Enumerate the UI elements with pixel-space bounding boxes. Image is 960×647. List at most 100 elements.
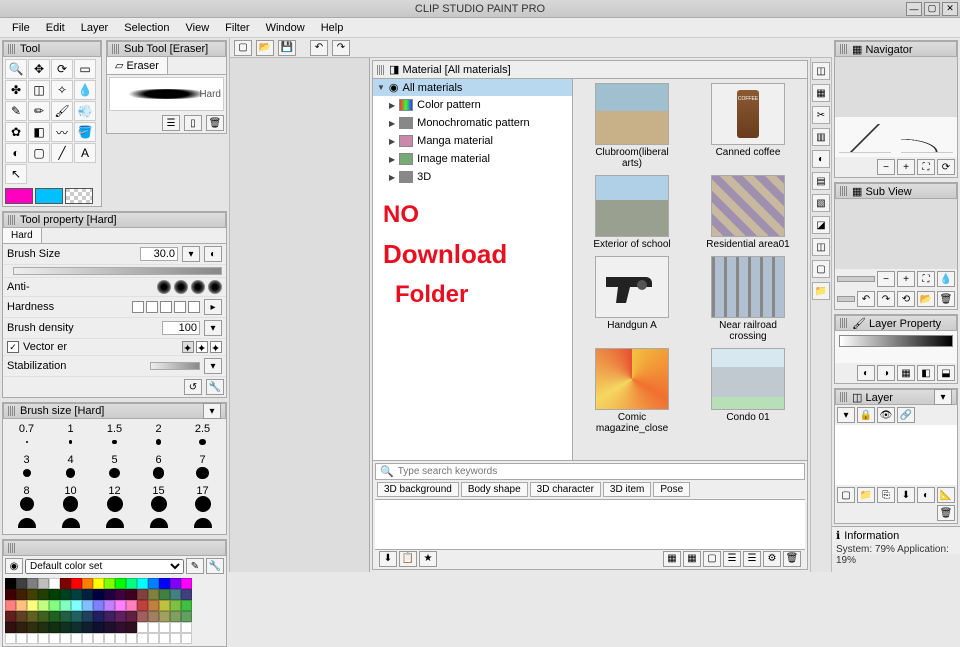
tree-all-materials[interactable]: ▼ ◉ All materials <box>373 79 572 96</box>
palette-color[interactable] <box>126 611 137 622</box>
palette-color[interactable] <box>5 622 16 633</box>
brush-size-preset[interactable]: 1.5 <box>93 421 136 451</box>
subview-zoom-out[interactable]: − <box>877 271 895 287</box>
menu-edit[interactable]: Edit <box>38 20 73 36</box>
palette-color[interactable] <box>49 578 60 589</box>
material-item[interactable]: Condo 01 <box>693 348 803 434</box>
brush-preview[interactable]: Hard <box>109 77 224 111</box>
palette-color[interactable] <box>159 611 170 622</box>
minimize-button[interactable]: — <box>906 2 922 16</box>
mat-paste[interactable]: 📋 <box>399 551 417 567</box>
tool-figure[interactable]: ▢ <box>28 143 50 163</box>
hardness-options[interactable] <box>132 301 200 313</box>
brush-size-dynamics[interactable]: ◐ <box>204 246 222 262</box>
palette-color[interactable] <box>27 611 38 622</box>
brush-size-preset[interactable]: 2 <box>137 421 180 451</box>
rib-3[interactable]: ✂ <box>812 106 830 124</box>
palette-color[interactable] <box>181 578 192 589</box>
palette-color[interactable] <box>170 589 181 600</box>
palette-color[interactable] <box>38 611 49 622</box>
brush-size-preset[interactable]: 1 <box>49 421 92 451</box>
subview-zoom-in[interactable]: + <box>897 271 915 287</box>
rib-10[interactable]: ▢ <box>812 260 830 278</box>
rib-4[interactable]: ▥ <box>812 128 830 146</box>
palette-color[interactable] <box>60 578 71 589</box>
doc-save[interactable]: 💾 <box>278 40 296 56</box>
palette-color[interactable] <box>60 589 71 600</box>
palette-color[interactable] <box>137 633 148 644</box>
material-tag[interactable]: 3D character <box>530 482 601 497</box>
palette-color[interactable] <box>115 589 126 600</box>
mat-view-detail[interactable]: ☰ <box>743 551 761 567</box>
tool-brush[interactable]: 🖌 <box>51 101 73 121</box>
palette-color[interactable] <box>93 578 104 589</box>
tool-blend[interactable]: 〰 <box>51 122 73 142</box>
subtool-tab-eraser[interactable]: ▱Eraser <box>107 57 168 74</box>
layer-blend[interactable]: ▾ <box>837 407 855 423</box>
palette-color[interactable] <box>104 622 115 633</box>
mat-favorite[interactable]: ★ <box>419 551 437 567</box>
palette-color[interactable] <box>49 622 60 633</box>
palette-color[interactable] <box>148 578 159 589</box>
palette-color[interactable] <box>148 589 159 600</box>
palette-color[interactable] <box>27 589 38 600</box>
palette-color[interactable] <box>137 611 148 622</box>
tool-move[interactable]: ✥ <box>28 59 50 79</box>
palette-color[interactable] <box>159 633 170 644</box>
tree-item[interactable]: ▶Manga material <box>373 132 572 150</box>
brush-size-preset[interactable]: 17 <box>181 483 224 513</box>
brush-density-value[interactable]: 100 <box>162 321 200 335</box>
palette-color[interactable] <box>71 589 82 600</box>
layer-ruler[interactable]: 📐 <box>937 487 955 503</box>
palette-color[interactable] <box>170 611 181 622</box>
tree-item[interactable]: ▶Image material <box>373 150 572 168</box>
palette-color[interactable] <box>148 600 159 611</box>
palette-color[interactable] <box>115 578 126 589</box>
vector-eraser-checkbox[interactable]: ✓ <box>7 341 19 353</box>
palette-color[interactable] <box>71 633 82 644</box>
palette-color[interactable] <box>126 589 137 600</box>
layer-duplicate[interactable]: ⎘ <box>877 487 895 503</box>
mat-view-list[interactable]: ☰ <box>723 551 741 567</box>
palette-color[interactable] <box>181 589 192 600</box>
palette-color[interactable] <box>38 589 49 600</box>
nav-rotate[interactable]: ⟳ <box>937 159 955 175</box>
palette-color[interactable] <box>137 578 148 589</box>
palette-color[interactable] <box>126 633 137 644</box>
brush-size-panel-menu[interactable]: ▾ <box>203 403 221 419</box>
hardness-expand[interactable]: ▸ <box>204 299 222 315</box>
mat-download[interactable]: ⬇ <box>379 551 397 567</box>
toolprop-wrench[interactable]: 🔧 <box>206 379 224 395</box>
palette-color[interactable] <box>16 611 27 622</box>
subview-rotate-slider[interactable] <box>837 296 855 302</box>
brush-size-preset[interactable]: 7 <box>181 452 224 482</box>
mat-delete[interactable]: 🗑 <box>783 551 801 567</box>
palette-color[interactable] <box>71 622 82 633</box>
palette-color[interactable] <box>27 622 38 633</box>
layerprop-3[interactable]: ▦ <box>897 365 915 381</box>
layer-mask[interactable]: ◐ <box>917 487 935 503</box>
brush-size-preset[interactable]: 0.7 <box>5 421 48 451</box>
palette-color[interactable] <box>5 633 16 644</box>
mat-view-large[interactable]: ▢ <box>703 551 721 567</box>
doc-undo[interactable]: ↶ <box>310 40 328 56</box>
material-item[interactable]: Comic magazine_close <box>577 348 687 434</box>
color-foreground[interactable] <box>5 188 33 204</box>
tree-item[interactable]: ▶3D <box>373 168 572 186</box>
nav-fit[interactable]: ⛶ <box>917 159 935 175</box>
nav-zoom-in[interactable]: + <box>897 159 915 175</box>
tool-text[interactable]: A <box>74 143 96 163</box>
material-item[interactable]: Canned coffee <box>693 83 803 169</box>
brush-density-stepper[interactable]: ▾ <box>204 320 222 336</box>
layer-tone-gradient[interactable] <box>839 335 953 347</box>
palette-color[interactable] <box>93 600 104 611</box>
palette-color[interactable] <box>82 622 93 633</box>
brush-size-preset[interactable]: 2.5 <box>181 421 224 451</box>
brush-size-preset-large[interactable] <box>137 514 180 532</box>
palette-color[interactable] <box>181 600 192 611</box>
palette-color[interactable] <box>93 622 104 633</box>
material-tag[interactable]: Pose <box>653 482 690 497</box>
subview-body[interactable] <box>835 199 957 269</box>
material-item[interactable]: Handgun A <box>577 256 687 342</box>
material-item[interactable]: Clubroom(liberal arts) <box>577 83 687 169</box>
